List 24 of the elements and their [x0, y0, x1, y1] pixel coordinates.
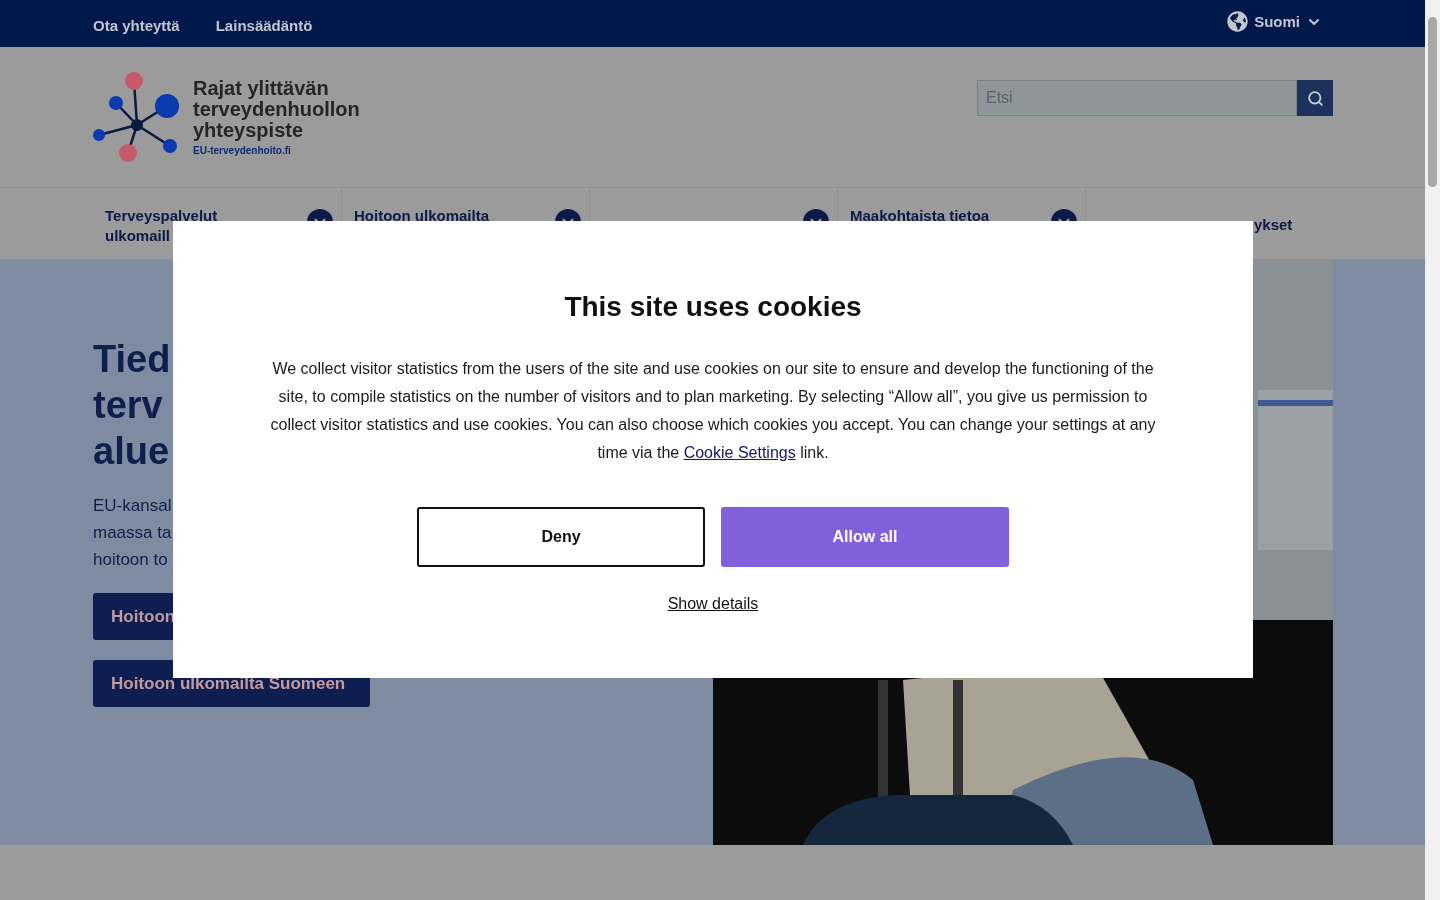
- deny-button[interactable]: Deny: [417, 507, 705, 567]
- language-selector[interactable]: Suomi: [1227, 11, 1322, 32]
- logo-title: terveydenhuollon: [193, 99, 360, 120]
- logo-title: yhteyspiste: [193, 120, 304, 141]
- hero-heading: terv: [93, 383, 163, 428]
- hero-text: maassa ta: [93, 522, 172, 544]
- logo-domain: EU-terveydenhoito.fi: [193, 145, 292, 156]
- search-icon: [1306, 89, 1324, 107]
- allow-all-button[interactable]: Allow all: [721, 507, 1009, 567]
- dialog-title: This site uses cookies: [564, 290, 862, 324]
- cookie-settings-link[interactable]: Cookie Settings: [683, 444, 796, 461]
- hero-heading: alue: [93, 429, 170, 474]
- logo-title: Rajat ylittävän: [193, 78, 330, 99]
- globe-icon: [1227, 11, 1249, 32]
- scrollbar[interactable]: [1425, 0, 1440, 900]
- search-button[interactable]: [1297, 80, 1333, 116]
- main-nav-link[interactable]: ykset: [1254, 215, 1293, 235]
- top-nav-link[interactable]: Lainsäädäntö: [215, 13, 313, 34]
- hero-text: hoitoon to: [93, 549, 168, 571]
- show-details-link[interactable]: Show details: [667, 595, 759, 613]
- top-nav-link[interactable]: Ota yhteyttä: [93, 13, 180, 34]
- dialog-text: We collect visitor statistics from the users of the site and use cookies on our site to ensure and develop the functioning of the site, to compile statistics on the number of visitors and to plan marketing. By selecting “Allow all”, you give us permission to collect visitor statistics and use cookies. You can also choose which cookies you accept. You can change your settings at any time via the Cookie Settings link.: [269, 359, 1157, 463]
- hero-text: EU-kansal: [93, 495, 172, 517]
- hero-heading: Tied: [93, 337, 171, 382]
